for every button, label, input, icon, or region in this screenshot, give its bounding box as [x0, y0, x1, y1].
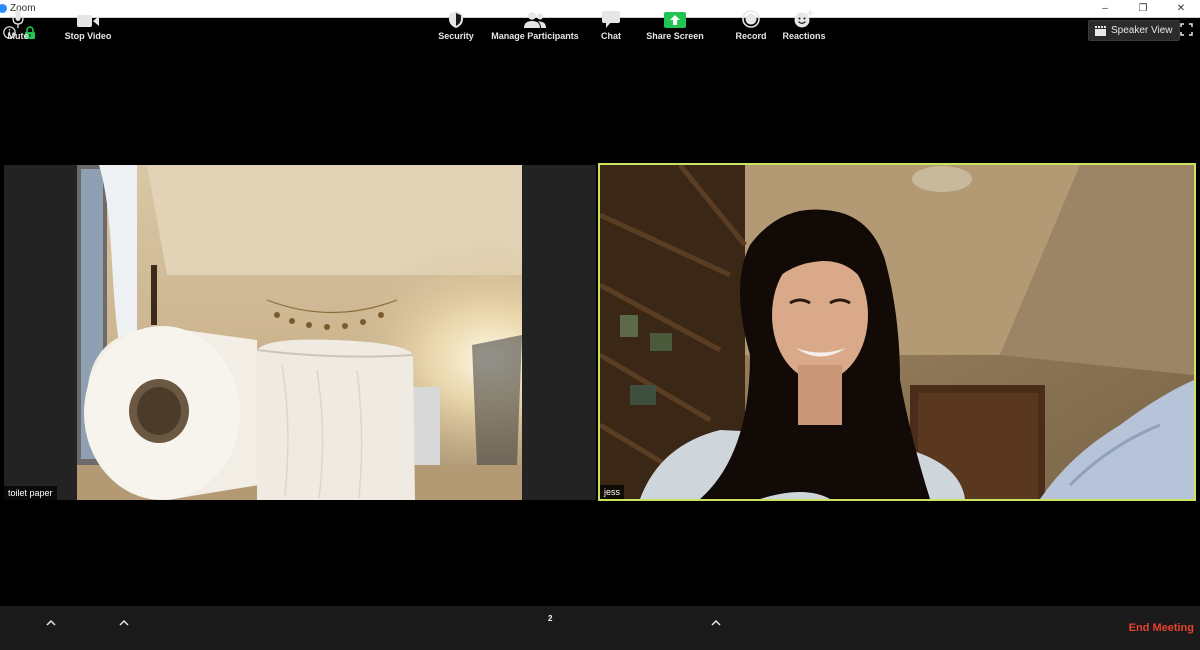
video-feed-toilet-paper	[77, 165, 522, 500]
close-button[interactable]: ✕	[1162, 0, 1200, 17]
video-tile-jess[interactable]: jess	[598, 163, 1196, 501]
stop-video-label: Stop Video	[64, 31, 112, 41]
speaker-view-label: Speaker View	[1111, 25, 1173, 36]
window-controls: – ❐ ✕	[1086, 0, 1200, 17]
share-screen-label: Share Screen	[646, 31, 704, 41]
share-screen-button[interactable]: Share Screen	[644, 0, 706, 44]
microphone-icon	[12, 10, 24, 28]
speaker-view-button[interactable]: Speaker View	[1088, 20, 1180, 41]
manage-participants-button[interactable]: Manage Participants	[490, 0, 580, 44]
stop-video-button[interactable]: Stop Video	[62, 0, 114, 44]
chat-label: Chat	[601, 31, 621, 41]
video-camera-icon	[77, 15, 99, 27]
participant-name-tag: jess	[600, 485, 625, 499]
share-screen-arrow-icon	[664, 12, 686, 28]
smiley-plus-icon	[794, 10, 813, 28]
security-button[interactable]: Security	[436, 0, 476, 44]
chat-button[interactable]: Chat	[596, 0, 626, 44]
video-tile-toilet-paper[interactable]: toilet paper	[4, 165, 596, 500]
fullscreen-icon[interactable]	[1180, 23, 1193, 36]
meeting-toolbar	[0, 606, 1200, 650]
mute-label: Mute	[7, 31, 29, 41]
reactions-button[interactable]: Reactions	[782, 0, 826, 44]
record-button[interactable]: Record	[734, 0, 768, 44]
manage-participants-label: Manage Participants	[491, 31, 579, 41]
shield-icon	[449, 11, 463, 28]
speaker-view-icon	[1095, 25, 1106, 36]
participant-name-tag: toilet paper	[4, 486, 57, 500]
participants-icon	[524, 12, 546, 28]
record-label: Record	[735, 31, 767, 41]
end-meeting-button[interactable]: End Meeting	[1129, 622, 1194, 634]
participant-count-badge: 2	[548, 614, 553, 623]
chat-bubble-icon	[602, 11, 620, 28]
record-icon	[742, 10, 760, 28]
video-options-chevron-up-icon[interactable]	[118, 617, 130, 629]
restore-button[interactable]: ❐	[1124, 0, 1162, 17]
video-feed-jess	[600, 165, 1194, 499]
security-label: Security	[438, 31, 474, 41]
mute-button[interactable]: Mute	[4, 0, 32, 44]
share-options-chevron-up-icon[interactable]	[710, 617, 722, 629]
minimize-button[interactable]: –	[1086, 0, 1124, 17]
reactions-label: Reactions	[782, 31, 826, 41]
audio-options-chevron-up-icon[interactable]	[45, 617, 57, 629]
